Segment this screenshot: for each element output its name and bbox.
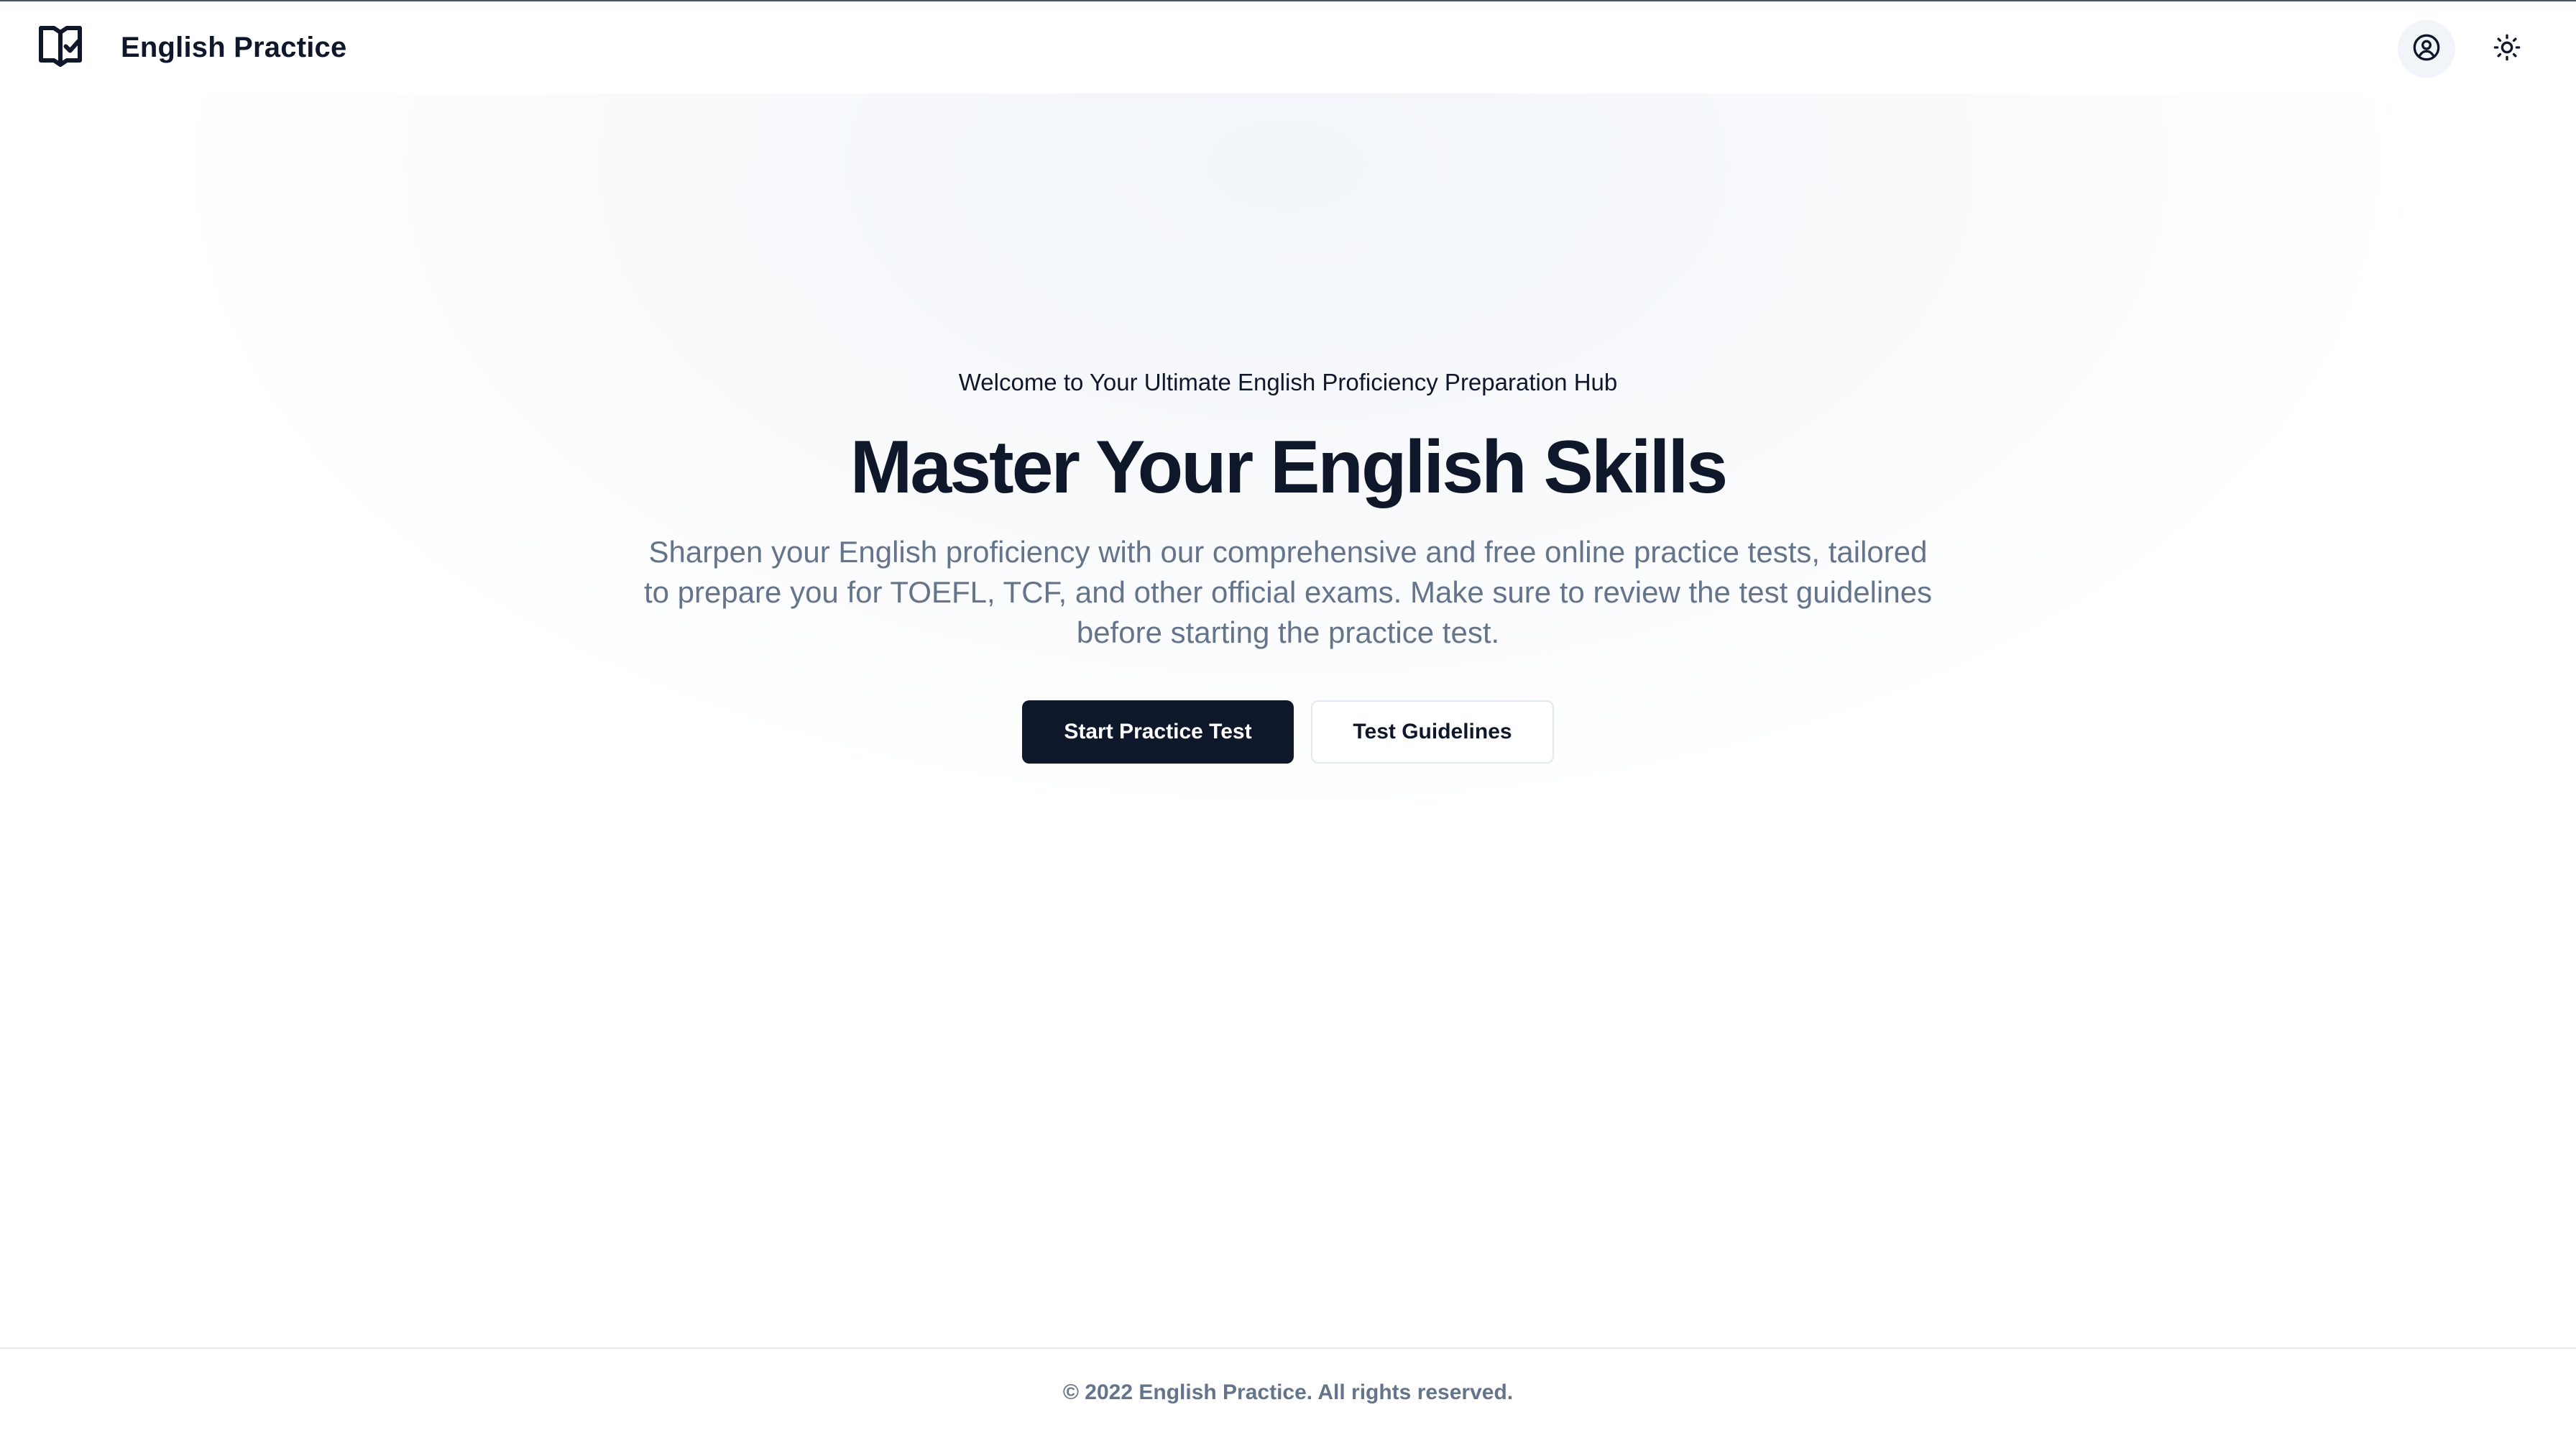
- hero-actions: Start Practice Test Test Guidelines: [1022, 700, 1554, 764]
- sun-icon: [2493, 33, 2521, 65]
- start-practice-test-button[interactable]: Start Practice Test: [1022, 700, 1294, 764]
- page: English Practice Welcome to Your Ultimat…: [0, 0, 2576, 1438]
- test-guidelines-button[interactable]: Test Guidelines: [1311, 700, 1554, 764]
- hero-title: Master Your English Skills: [850, 426, 1729, 509]
- user-account-button[interactable]: [2398, 20, 2455, 78]
- book-check-icon: [34, 22, 86, 73]
- hero-description: Sharpen your English proficiency with ou…: [643, 535, 1933, 649]
- user-circle-icon: [2412, 33, 2441, 65]
- header: English Practice: [0, 1, 2576, 93]
- theme-toggle-button[interactable]: [2478, 20, 2536, 78]
- footer: © 2022 English Practice. All rights rese…: [0, 1347, 2576, 1438]
- hero-section: Welcome to Your Ultimate English Profici…: [0, 361, 2576, 764]
- header-actions: [2398, 20, 2536, 78]
- copyright-text: © 2022 English Practice. All rights rese…: [1062, 1380, 1514, 1404]
- hero-eyebrow: Welcome to Your Ultimate English Profici…: [958, 369, 1618, 395]
- brand-link[interactable]: English Practice: [34, 22, 346, 73]
- brand-name: English Practice: [121, 31, 347, 63]
